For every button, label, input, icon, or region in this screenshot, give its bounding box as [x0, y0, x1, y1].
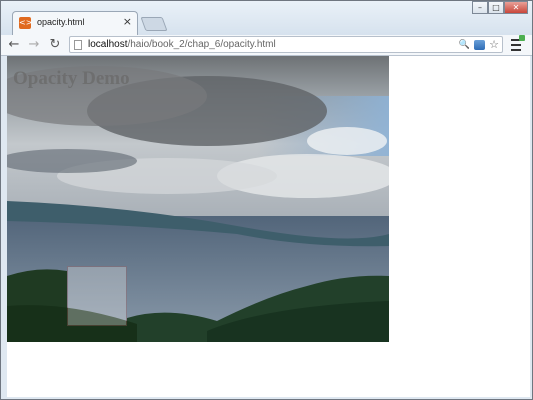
page-title: Opacity Demo	[13, 68, 130, 89]
maximize-button[interactable]: □	[488, 1, 504, 14]
minimize-button[interactable]: –	[472, 1, 488, 14]
tab-opacity[interactable]: <> opacity.html ×	[12, 11, 138, 35]
tab-title: opacity.html	[37, 17, 85, 27]
window-controls: – □ ✕	[472, 1, 528, 15]
page-icon	[74, 40, 82, 50]
update-badge-icon	[519, 35, 525, 41]
bookmark-star-icon[interactable]: ☆	[489, 38, 499, 52]
browser-toolbar: ← → ↻ localhost/haio/book_2/chap_6/opaci…	[1, 35, 532, 56]
html-file-icon: <>	[19, 17, 33, 29]
extension-icon[interactable]	[474, 40, 486, 50]
title-bar: <> opacity.html × – □ ✕	[1, 1, 532, 35]
url-host: localhost	[88, 39, 128, 50]
close-window-button[interactable]: ✕	[504, 1, 528, 14]
url-path: /haio/book_2/chap_6/opacity.html	[127, 39, 276, 50]
menu-icon[interactable]	[510, 35, 525, 52]
url-text: localhost/haio/book_2/chap_6/opacity.htm…	[88, 38, 276, 52]
address-bar[interactable]: localhost/haio/book_2/chap_6/opacity.htm…	[69, 36, 503, 53]
back-button[interactable]: ←	[5, 35, 23, 55]
forward-button[interactable]: →	[25, 35, 43, 55]
lake-photo	[7, 56, 389, 342]
tab-close-icon[interactable]: ×	[123, 15, 132, 28]
browser-window: <> opacity.html × – □ ✕ ← → ↻ localhost/…	[0, 0, 533, 400]
new-tab-button[interactable]	[140, 17, 168, 31]
omnibox-actions: 🔍 ☆	[459, 38, 499, 52]
reload-button[interactable]: ↻	[46, 35, 64, 55]
translucent-box	[67, 266, 127, 326]
search-icon[interactable]: 🔍	[459, 38, 470, 52]
page-content: Opacity Demo	[7, 56, 530, 397]
